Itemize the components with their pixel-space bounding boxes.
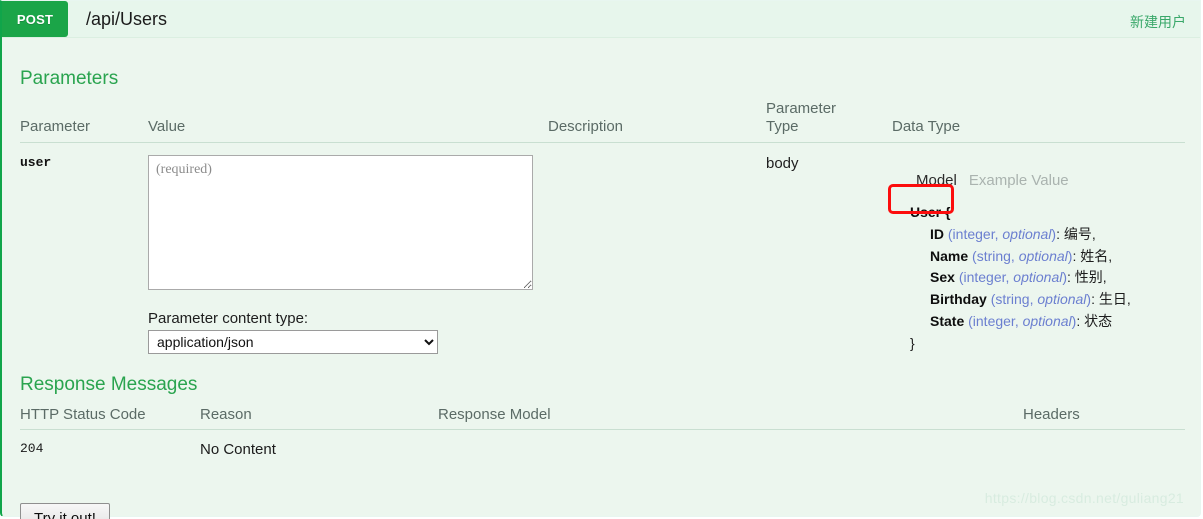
model-property-type: (string,: [990, 291, 1038, 308]
parameter-row-user: user Parameter content type: application…: [20, 143, 1185, 355]
model-property-name: Sex: [930, 269, 959, 286]
model-property-optional: optional: [1013, 269, 1063, 286]
content-type-select[interactable]: application/json: [148, 330, 438, 355]
model-property-optional: optional: [1002, 226, 1052, 243]
signature-tabs: Model Example Value: [892, 155, 1185, 190]
tab-model[interactable]: Model: [910, 171, 963, 190]
model-property-name: ID: [930, 226, 948, 243]
parameter-value-cell: Parameter content type: application/json: [148, 143, 548, 355]
model-property-name: Birthday: [930, 291, 991, 308]
model-property-optional: optional: [1022, 312, 1072, 329]
col-header-headers: Headers: [1023, 406, 1185, 430]
col-header-reason: Reason: [200, 406, 438, 430]
model-property-type: (integer,: [947, 226, 1003, 243]
parameter-type-value: body: [766, 155, 799, 173]
model-property: State (integer, optional): 状态: [910, 311, 1185, 333]
watermark: https://blog.csdn.net/guliang21: [984, 490, 1184, 506]
col-header-value: Value: [148, 100, 548, 144]
model-property: Birthday (string, optional): 生日,: [910, 289, 1185, 311]
swagger-operation-page: POST /api/Users 新建用户 Parameters Paramete…: [0, 0, 1203, 519]
submit-area: Try it out!: [20, 503, 110, 519]
tab-example-value[interactable]: Example Value: [963, 171, 1075, 190]
responses-section-title: Response Messages: [20, 374, 198, 395]
parameter-description: [548, 143, 766, 355]
model-close-brace: }: [910, 334, 915, 351]
content-type-label: Parameter content type:: [148, 310, 309, 328]
model-open-brace: User {: [910, 204, 951, 221]
parameters-section-title: Parameters: [20, 68, 119, 89]
model-property-description: : 生日,: [1091, 291, 1131, 308]
col-header-status-code: HTTP Status Code: [20, 406, 200, 430]
response-status-code: 204: [20, 441, 44, 456]
operation-heading[interactable]: POST /api/Users 新建用户: [2, 1, 1200, 38]
model-property-optional: optional: [1037, 291, 1087, 308]
http-method-badge: POST: [2, 1, 68, 37]
operation-summary: 新建用户: [1130, 14, 1186, 30]
responses-header-row: HTTP Status Code Reason Response Model H…: [20, 406, 1185, 430]
operation-path: /api/Users: [86, 9, 168, 29]
try-it-out-button[interactable]: Try it out!: [20, 503, 110, 519]
model-property-type: (integer,: [958, 269, 1014, 286]
col-header-response-model: Response Model: [438, 406, 1023, 430]
parameters-header-row: Parameter Value Description Parameter Typ…: [20, 100, 1185, 144]
model-properties: ID (integer, optional): 编号, Name (string,…: [910, 224, 1185, 332]
model-property: Name (string, optional): 姓名,: [910, 246, 1185, 268]
parameter-value-input[interactable]: [148, 155, 533, 291]
model-property-description: : 状态: [1076, 312, 1113, 329]
parameters-table: Parameter Value Description Parameter Typ…: [20, 100, 1185, 355]
model-property-name: Name: [930, 247, 973, 264]
col-header-description: Description: [548, 100, 766, 144]
response-messages-table: HTTP Status Code Reason Response Model H…: [20, 406, 1185, 458]
model-property-name: State: [930, 312, 969, 329]
col-header-parameter: Parameter: [20, 100, 148, 144]
response-reason: No Content: [200, 441, 276, 458]
col-header-data-type: Data Type: [892, 100, 1185, 144]
model-property-type: (string,: [972, 247, 1019, 264]
col-header-parameter-type: Parameter Type: [766, 100, 892, 144]
model-property-description: : 性别,: [1067, 269, 1107, 286]
operation-container: POST /api/Users 新建用户 Parameters Paramete…: [0, 0, 1201, 519]
response-row: 204 No Content: [20, 430, 1185, 459]
model-property: Sex (integer, optional): 性别,: [910, 267, 1185, 289]
content-type-group: Parameter content type: application/json: [148, 310, 548, 355]
model-property-description: : 编号,: [1056, 226, 1096, 243]
model-property-description: : 姓名,: [1072, 247, 1113, 264]
model-property-type: (integer,: [968, 312, 1023, 329]
model-schema: User { ID (integer, optional): 编号, Name (…: [892, 190, 1185, 354]
model-property-optional: optional: [1018, 247, 1068, 264]
response-headers: [1023, 430, 1185, 459]
response-rows: 204 No Content: [20, 430, 1185, 459]
parameter-name: user: [20, 155, 52, 171]
data-type-cell: Model Example Value User { ID (integer, o…: [892, 143, 1185, 355]
response-model: [438, 430, 1023, 459]
model-property: ID (integer, optional): 编号,: [910, 224, 1185, 246]
